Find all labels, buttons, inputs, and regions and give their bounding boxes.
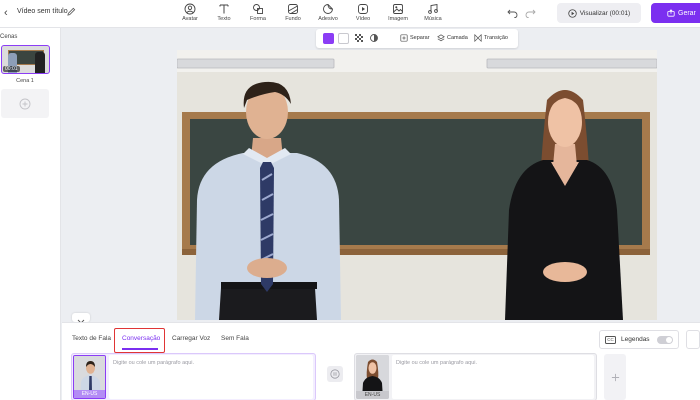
- speech-text-input[interactable]: Digite ou cole um parágrafo aqui.: [392, 355, 594, 399]
- transition-icon: [474, 34, 482, 42]
- speaker-language: EN-US: [356, 391, 389, 399]
- tool-background[interactable]: Fundo: [276, 3, 310, 22]
- scenes-label: Cenas: [0, 34, 18, 40]
- transition-label: Transição: [484, 35, 508, 41]
- ceiling-light-right: [486, 58, 657, 69]
- speaker-avatar[interactable]: EN-US: [356, 355, 389, 399]
- redo-icon[interactable]: [525, 8, 536, 18]
- plus-icon: [611, 373, 619, 381]
- captions-icon: CC: [605, 335, 616, 344]
- tool-video[interactable]: Vídeo: [346, 3, 380, 22]
- stroke-color-swatch[interactable]: [338, 33, 349, 44]
- separate-label: Separar: [410, 35, 430, 41]
- preview-button[interactable]: Visualizar (00:01): [557, 3, 641, 23]
- speaker-language: EN-US: [74, 390, 105, 398]
- ceiling-light-left: [177, 58, 335, 69]
- sticker-icon: [323, 4, 333, 14]
- thumb-female-avatar: [35, 52, 45, 73]
- tool-label: Imagem: [388, 16, 408, 22]
- collapse-panel-button[interactable]: [72, 313, 90, 324]
- scene-preview: [177, 50, 657, 320]
- female-hands: [543, 262, 587, 282]
- scenes-panel: Cenas 00:01 Cena 1: [0, 28, 61, 400]
- avatar-icon: [184, 3, 196, 15]
- separate-button[interactable]: Separar: [400, 34, 430, 42]
- play-circle-icon: [568, 8, 577, 18]
- background-icon: [288, 4, 298, 14]
- captions-switch[interactable]: [657, 336, 673, 344]
- tool-sticker[interactable]: Adesivo: [311, 3, 345, 22]
- top-bar: ‹ Vídeo sem título Avatar Texto Forma Fu…: [0, 0, 700, 28]
- add-scene-button[interactable]: [1, 89, 49, 118]
- tool-label: Música: [424, 16, 442, 22]
- tool-label: Avatar: [182, 16, 198, 22]
- plus-circle-icon: [19, 98, 31, 109]
- scene-name: Cena 1: [16, 78, 34, 84]
- music-icon: [428, 3, 438, 14]
- tool-label: Adesivo: [318, 16, 338, 22]
- generate-button[interactable]: Gerar: [651, 3, 700, 23]
- conversation-block: EN-US Digite ou cole um parágrafo aqui.: [354, 353, 597, 400]
- male-trousers: [219, 288, 317, 320]
- layer-button[interactable]: Camada: [437, 34, 468, 42]
- text-icon: [219, 4, 229, 14]
- tool-label: Fundo: [285, 16, 301, 22]
- separate-icon: [400, 34, 408, 42]
- tool-label: Vídeo: [355, 16, 371, 22]
- video-title[interactable]: Vídeo sem título: [17, 8, 68, 15]
- tab-upload-voice[interactable]: Carregar Voz: [172, 335, 210, 342]
- preview-label: Visualizar (00:01): [579, 9, 631, 17]
- shape-icon: [253, 4, 263, 14]
- undo-icon[interactable]: [507, 8, 518, 18]
- captions-label: Legendas: [621, 336, 650, 343]
- script-panel: Texto de Fala Conversação Carregar Voz S…: [62, 322, 700, 400]
- pause-button[interactable]: [327, 366, 343, 382]
- conversation-block: EN-US Digite ou cole um parágrafo aqui.: [71, 353, 316, 400]
- add-dialogue-button[interactable]: [604, 354, 626, 400]
- video-canvas[interactable]: [177, 50, 657, 320]
- tool-music[interactable]: Música: [416, 3, 450, 22]
- highlight-box: [114, 328, 165, 353]
- generate-label: Gerar: [678, 9, 696, 17]
- more-options-button[interactable]: [686, 330, 700, 349]
- layer-label: Camada: [447, 35, 468, 41]
- image-icon: [393, 4, 403, 14]
- tool-label: Forma: [250, 16, 266, 22]
- chevron-left-icon[interactable]: ‹: [4, 7, 8, 19]
- scene-duration: 00:01: [3, 66, 20, 72]
- tab-no-speech[interactable]: Sem Fala: [221, 335, 249, 342]
- transition-button[interactable]: Transição: [474, 34, 508, 42]
- pause-icon: [330, 369, 340, 379]
- speaker-avatar[interactable]: EN-US: [73, 355, 106, 399]
- layers-icon: [437, 34, 445, 42]
- scene-thumbnail[interactable]: 00:01: [1, 45, 50, 74]
- tool-text[interactable]: Texto: [207, 3, 241, 22]
- female-face: [548, 97, 582, 147]
- fill-color-swatch[interactable]: [323, 33, 334, 44]
- tool-label: Texto: [217, 16, 231, 22]
- male-hands: [247, 258, 287, 278]
- element-toolbar: Separar Camada Transição: [316, 29, 518, 48]
- tool-image[interactable]: Imagem: [381, 3, 415, 22]
- export-icon: [667, 9, 675, 17]
- captions-toggle[interactable]: CC Legendas: [599, 330, 679, 349]
- video-icon: [358, 4, 368, 14]
- pencil-icon[interactable]: [67, 7, 76, 16]
- tool-avatar[interactable]: Avatar: [173, 3, 207, 22]
- speech-text-input[interactable]: Digite ou cole um parágrafo aqui.: [109, 355, 313, 399]
- effects-icon[interactable]: [369, 33, 379, 43]
- opacity-icon[interactable]: [354, 33, 364, 43]
- tool-shape[interactable]: Forma: [241, 3, 275, 22]
- tab-text-to-speech[interactable]: Texto de Fala: [72, 335, 111, 342]
